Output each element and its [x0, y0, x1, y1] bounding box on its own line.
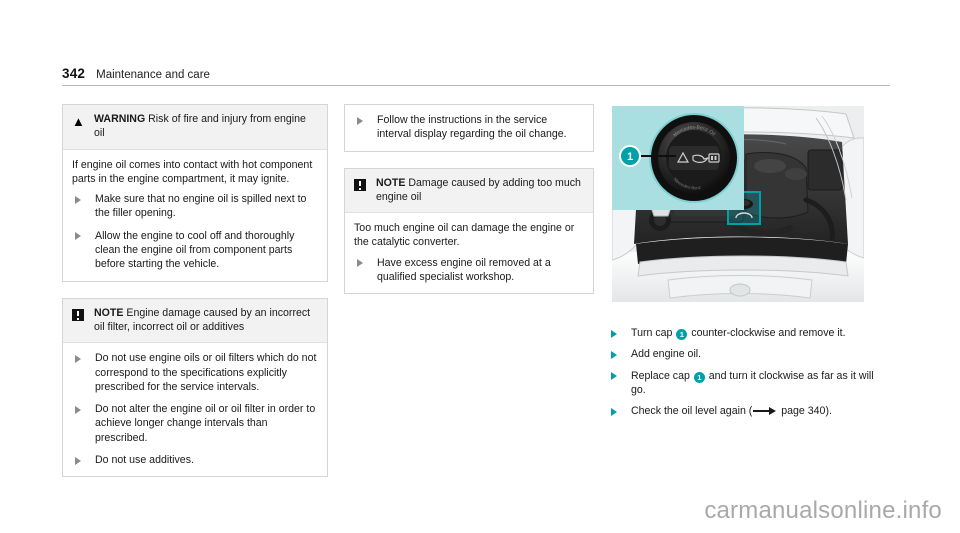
bullet-arrow-icon	[357, 259, 363, 268]
list-item-text: Allow the engine to cool off and thoroug…	[95, 229, 295, 271]
note-box-body: Too much engine oil can damage the engin…	[345, 213, 593, 293]
note-title-text: Damage caused by adding too much engine …	[376, 176, 581, 203]
list-item-text: Follow the instructions in the service i…	[377, 114, 567, 141]
callout-badge-1: 1	[693, 371, 705, 383]
bullet-arrow-icon	[611, 329, 617, 338]
list-item: Do not alter the engine oil or oil filte…	[72, 402, 318, 445]
continuation-box: Follow the instructions in the service i…	[344, 104, 594, 152]
column-3: Mercedes-Benz Oil Mercedes-Benz 1 Turn c…	[610, 104, 890, 425]
column-2: Follow the instructions in the service i…	[344, 104, 594, 310]
note-step-list: Do not use engine oils or oil filters wh…	[72, 351, 318, 467]
bullet-arrow-icon	[75, 195, 81, 204]
manual-page: 342 Maintenance and care ▲ WARNING Risk …	[0, 0, 960, 533]
note-box-title: NOTE Damage caused by adding too much en…	[376, 176, 584, 205]
list-item-text-before: Turn cap	[631, 327, 676, 339]
note-step-list: Have excess engine oil removed at a qual…	[354, 256, 584, 285]
bullet-arrow-icon	[75, 405, 81, 414]
note-box-header: NOTE Damage caused by adding too much en…	[345, 168, 593, 214]
note-box-too-much-oil: NOTE Damage caused by adding too much en…	[344, 167, 594, 295]
list-item: Allow the engine to cool off and thoroug…	[72, 229, 318, 272]
list-item: Add engine oil.	[610, 347, 890, 361]
list-item: Do not use engine oils or oil filters wh…	[72, 351, 318, 394]
note-box-body: Do not use engine oils or oil filters wh…	[63, 343, 327, 476]
note-box-oil-filter: NOTE Engine damage caused by an incorrec…	[62, 297, 328, 478]
note-exclamation-icon	[354, 176, 376, 195]
warning-box: ▲ WARNING Risk of fire and injury from e…	[62, 104, 328, 282]
bullet-arrow-icon	[75, 456, 81, 465]
oil-fill-procedure-list: Turn cap 1 counter-clockwise and remove …	[610, 326, 890, 418]
list-item-text: Make sure that no engine oil is spilled …	[95, 193, 307, 220]
list-item-text-before: Check the oil level again (	[631, 405, 753, 418]
bullet-arrow-icon	[75, 232, 81, 241]
bullet-arrow-icon	[75, 354, 81, 363]
list-item-text-before: Replace cap	[631, 369, 693, 382]
warning-step-list: Make sure that no engine oil is spilled …	[72, 192, 318, 271]
callout-badge-1: 1	[676, 329, 688, 340]
page-number: 342	[62, 66, 86, 81]
warning-box-body: If engine oil comes into contact with ho…	[63, 150, 327, 281]
figure-inset-panel: Mercedes-Benz Oil Mercedes-Benz 1	[612, 106, 744, 210]
note-label: NOTE	[94, 306, 124, 319]
list-item: Check the oil level again ( page 340).	[610, 404, 890, 418]
illustration-svg: Mercedes-Benz Oil Mercedes-Benz 1	[610, 104, 866, 304]
list-item-text: Do not use additives.	[95, 454, 194, 467]
note-title-text: Engine damage caused by an incorrect oil…	[94, 306, 311, 333]
note-box-title: NOTE Engine damage caused by an incorrec…	[94, 306, 318, 335]
note-exclamation-icon	[72, 306, 94, 325]
continuation-step-list: Follow the instructions in the service i…	[354, 113, 584, 142]
bullet-arrow-icon	[611, 407, 617, 416]
warning-triangle-icon: ▲	[72, 114, 85, 129]
list-item: Make sure that no engine oil is spilled …	[72, 192, 318, 221]
cross-reference-target[interactable]: page 340).	[778, 405, 832, 417]
continuation-box-body: Follow the instructions in the service i…	[345, 105, 593, 151]
list-item: Follow the instructions in the service i…	[354, 113, 584, 142]
list-item-text: Do not alter the engine oil or oil filte…	[95, 403, 316, 444]
page-header: 342 Maintenance and care	[62, 66, 890, 86]
list-item-text-after: counter-clockwise and remove it.	[688, 327, 846, 339]
warning-label: WARNING	[94, 113, 146, 125]
bullet-arrow-icon	[611, 350, 617, 359]
warning-box-title: WARNING Risk of fire and injury from eng…	[94, 112, 318, 141]
bullet-arrow-icon	[357, 116, 363, 125]
note-label: NOTE	[376, 176, 406, 189]
note-intro: Too much engine oil can damage the engin…	[354, 222, 575, 249]
column-1: ▲ WARNING Risk of fire and injury from e…	[62, 104, 328, 493]
cross-reference-arrow-icon	[753, 407, 777, 416]
warning-box-header: ▲ WARNING Risk of fire and injury from e…	[63, 105, 327, 150]
list-item-text: Have excess engine oil removed at a qual…	[377, 256, 551, 284]
figure-callout-number: 1	[627, 151, 633, 163]
note-box-header: NOTE Engine damage caused by an incorrec…	[63, 298, 327, 344]
bullet-arrow-icon	[611, 372, 617, 381]
list-item: Turn cap 1 counter-clockwise and remove …	[610, 326, 890, 340]
list-item: Have excess engine oil removed at a qual…	[354, 256, 584, 285]
list-item-text: Add engine oil.	[631, 348, 702, 361]
list-item: Do not use additives.	[72, 453, 318, 467]
chapter-title: Maintenance and care	[96, 69, 210, 81]
engine-compartment-oil-filler-cap-illustration: Mercedes-Benz Oil Mercedes-Benz 1	[610, 104, 866, 304]
site-watermark: carmanualsonline.info	[704, 497, 942, 524]
list-item-text: Do not use engine oils or oil filters wh…	[95, 352, 317, 393]
warning-intro: If engine oil comes into contact with ho…	[72, 158, 313, 185]
list-item: Replace cap 1 and turn it clockwise as f…	[610, 369, 890, 398]
